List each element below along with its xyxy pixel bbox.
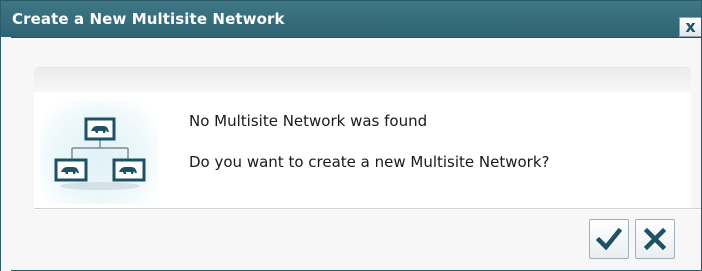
create-multisite-network-dialog: Create a New Multisite Network x No Mult… (0, 0, 702, 271)
footer-divider-highlight (34, 209, 701, 210)
title-bar[interactable]: Create a New Multisite Network x (1, 1, 701, 38)
confirm-button[interactable] (589, 219, 629, 259)
close-icon: x (685, 17, 696, 36)
close-icon (643, 227, 667, 251)
dialog-left-margin (1, 37, 11, 271)
message-not-found: No Multisite Network was found (189, 112, 428, 130)
multisite-network-icon (40, 100, 158, 204)
panel-header-band (34, 68, 691, 92)
dialog-title: Create a New Multisite Network (12, 10, 285, 28)
dialog-body: No Multisite Network was found Do you wa… (11, 38, 701, 270)
message-panel: No Multisite Network was found Do you wa… (34, 67, 691, 208)
checkmark-icon (596, 227, 622, 251)
title-close-button[interactable]: x (679, 17, 701, 37)
network-diagram-icon (54, 117, 146, 190)
message-create-prompt: Do you want to create a new Multisite Ne… (189, 153, 550, 171)
cancel-button[interactable] (635, 219, 675, 259)
